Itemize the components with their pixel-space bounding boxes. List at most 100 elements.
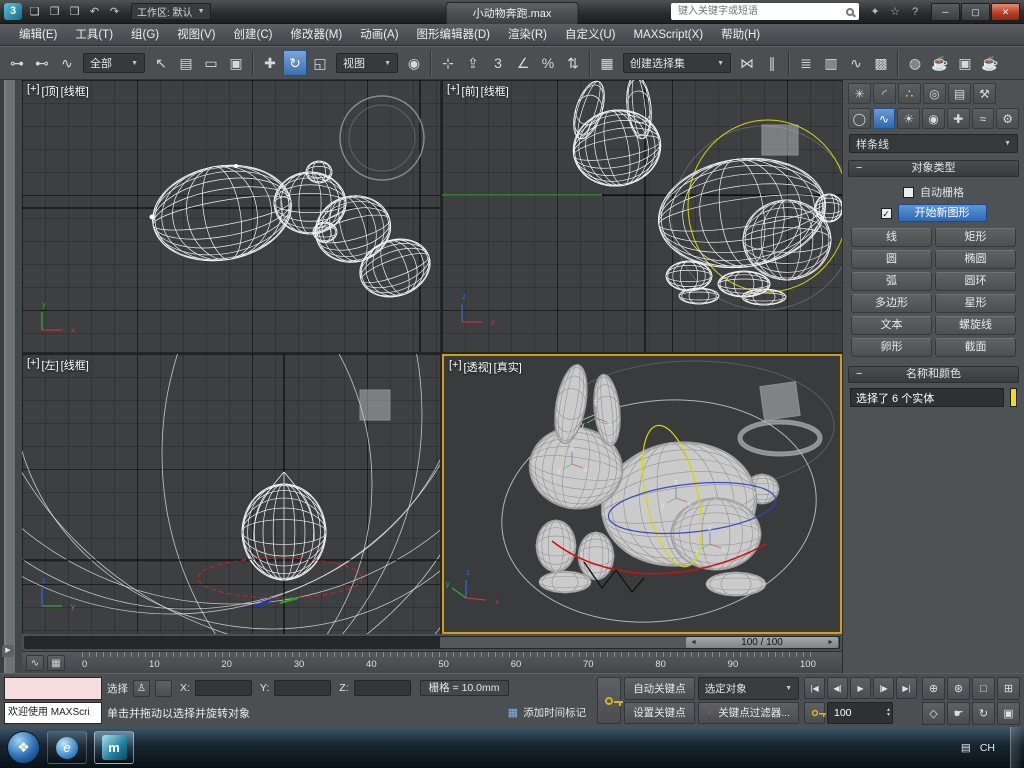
tab-motion[interactable]: ◎ (923, 83, 946, 104)
set-key-button[interactable]: 设置关键点 (624, 702, 695, 725)
zoom-all-button[interactable]: ⊛ (947, 677, 970, 700)
menu-item-1[interactable]: 工具(T) (66, 24, 122, 46)
use-pivot-point-center-icon[interactable]: ◉ (402, 50, 426, 76)
current-frame-field[interactable]: 100 ▴▾ (827, 702, 893, 724)
frame-spinner[interactable]: ▴▾ (887, 708, 890, 718)
spinner-snap-icon[interactable]: ⇅ (561, 50, 585, 76)
go-to-start-button[interactable]: |◀ (804, 677, 825, 699)
add-time-tag-button[interactable]: 添加时间标记 (523, 705, 586, 720)
viewport-left-view[interactable]: [+] [左] [线框] yz (22, 354, 440, 634)
shape-button-text[interactable]: 文本 (851, 316, 932, 335)
select-and-rotate-icon[interactable]: ↻ (283, 50, 307, 76)
shape-button-donut[interactable]: 圆环 (935, 272, 1016, 291)
close-button[interactable]: ✕ (991, 3, 1020, 21)
zoom-extents-all-button[interactable]: ⊞ (997, 677, 1020, 700)
next-frame-button[interactable]: |▶ (873, 677, 894, 699)
render-production-icon[interactable]: ☕ (978, 50, 1002, 76)
taskbar-browser-button[interactable]: e (47, 731, 87, 764)
redo-icon[interactable]: ↷ (105, 3, 124, 21)
category-cameras[interactable]: ◉ (922, 108, 945, 129)
angle-snap-icon[interactable]: ∠ (511, 50, 535, 76)
zoom-button[interactable]: ⊕ (922, 677, 945, 700)
shape-button-ellipse[interactable]: 椭圆 (935, 250, 1016, 269)
auto-key-button[interactable]: 自动关键点 (624, 677, 695, 700)
selection-filter-dropdown[interactable]: 全部▼ (83, 53, 145, 73)
tab-create[interactable]: ✳ (848, 83, 871, 104)
menu-item-2[interactable]: 组(G) (122, 24, 168, 46)
viewport-name-button[interactable]: [前] (462, 83, 479, 99)
shape-button-section[interactable]: 截面 (935, 338, 1016, 357)
shape-button-star[interactable]: 星形 (935, 294, 1016, 313)
layer-manager-icon[interactable]: ≣ (794, 50, 818, 76)
menu-item-10[interactable]: MAXScript(X) (624, 24, 712, 46)
application-menu-button[interactable]: 3 (4, 3, 22, 20)
maximize-button[interactable]: ▢ (961, 3, 990, 21)
previous-frame-button[interactable]: ◀| (827, 677, 848, 699)
maximize-viewport-toggle[interactable]: ▣ (997, 702, 1020, 725)
select-by-name-icon[interactable]: ▤ (174, 50, 198, 76)
tab-modify[interactable]: ◜ (873, 83, 896, 104)
orbit-button[interactable]: ↻ (972, 702, 995, 725)
open-file-icon[interactable]: ❐ (45, 3, 64, 21)
macro-recorder-line[interactable] (4, 677, 102, 700)
rectangular-selection-region-icon[interactable]: ▭ (199, 50, 223, 76)
next-frame-arrow-icon[interactable]: ► (827, 639, 834, 646)
align-icon[interactable]: ∥ (760, 50, 784, 76)
undo-icon[interactable]: ↶ (85, 3, 104, 21)
key-filters-button[interactable]: ✓ 关键点过滤器... (698, 702, 799, 725)
keyboard-shortcut-override-icon[interactable]: ⇪ (461, 50, 485, 76)
help-icon[interactable]: ? (906, 3, 924, 21)
mirror-icon[interactable]: ⋈ (735, 50, 759, 76)
viewport-menu-button[interactable]: [+] (27, 83, 40, 99)
reference-coordinate-system-dropdown[interactable]: 视图▼ (336, 53, 398, 73)
menu-item-8[interactable]: 渲染(R) (499, 24, 556, 46)
menu-item-4[interactable]: 创建(C) (224, 24, 281, 46)
menu-item-3[interactable]: 视图(V) (168, 24, 224, 46)
minimize-button[interactable]: ─ (931, 3, 960, 21)
tray-language-icon[interactable]: CH (980, 742, 995, 754)
select-and-link-icon[interactable]: ⊶ (5, 50, 29, 76)
window-crossing-icon[interactable]: ▣ (224, 50, 248, 76)
save-file-icon[interactable]: ❒ (65, 3, 84, 21)
shape-button-egg[interactable]: 卵形 (851, 338, 932, 357)
select-and-scale-icon[interactable]: ◱ (308, 50, 332, 76)
percent-snap-icon[interactable]: % (536, 50, 560, 76)
tab-display[interactable]: ▤ (948, 83, 971, 104)
viewport-menu-button[interactable]: [+] (447, 83, 460, 99)
shape-category-dropdown[interactable]: 样条线 ▼ (849, 134, 1018, 153)
new-file-icon[interactable]: ❏ (25, 3, 44, 21)
communication-center-icon[interactable]: ✦ (866, 3, 884, 21)
schematic-view-icon[interactable]: ▩ (869, 50, 893, 76)
rollout-name-and-color[interactable]: − 名称和颜色 (848, 366, 1019, 383)
graphite-ribbon-icon[interactable]: ▥ (819, 50, 843, 76)
tab-hierarchy[interactable]: ∴ (898, 83, 921, 104)
menu-item-9[interactable]: 自定义(U) (556, 24, 624, 46)
start-new-shape-checkbox[interactable]: ✓ (881, 208, 892, 219)
snaps-toggle-3d-icon[interactable]: 3 (486, 50, 510, 76)
shape-button-circle[interactable]: 圆 (851, 250, 932, 269)
viewport-name-button[interactable]: [顶] (42, 83, 59, 99)
favorites-icon[interactable]: ☆ (886, 3, 904, 21)
selection-lock-icon[interactable] (155, 680, 172, 697)
workspace-dropdown[interactable]: 工作区: 默认 ▼ (131, 3, 211, 20)
viewport-name-button[interactable]: [左] (42, 357, 59, 373)
start-new-shape-button[interactable]: 开始新图形 (898, 204, 987, 222)
field-of-view-button[interactable]: ◇ (922, 702, 945, 725)
viewport-perspective-view[interactable]: [+] [透视] [真实] xyzxyzxyzxyzxyz (442, 354, 842, 634)
category-systems[interactable]: ⚙ (996, 108, 1019, 129)
x-coordinate-field[interactable] (195, 680, 252, 696)
y-coordinate-field[interactable] (274, 680, 331, 696)
viewport-shading-button[interactable]: [线框] (61, 357, 89, 373)
bind-to-space-warp-icon[interactable]: ∿ (55, 50, 79, 76)
shape-button-helix[interactable]: 螺旋线 (935, 316, 1016, 335)
rendered-frame-window-icon[interactable]: ▣ (953, 50, 977, 76)
tab-utilities[interactable]: ⚒ (973, 83, 996, 104)
go-to-end-button[interactable]: ▶| (896, 677, 917, 699)
start-button[interactable]: ❖ (7, 731, 40, 764)
shape-button-ngon[interactable]: 多边形 (851, 294, 932, 313)
viewport-top-view[interactable]: [+] [顶] [线框] xy (22, 80, 440, 352)
z-coordinate-field[interactable] (354, 680, 411, 696)
search-input[interactable] (676, 5, 842, 18)
shape-button-rectangle[interactable]: 矩形 (935, 228, 1016, 247)
named-selection-set-dropdown[interactable]: 创建选择集▼ (623, 53, 731, 73)
